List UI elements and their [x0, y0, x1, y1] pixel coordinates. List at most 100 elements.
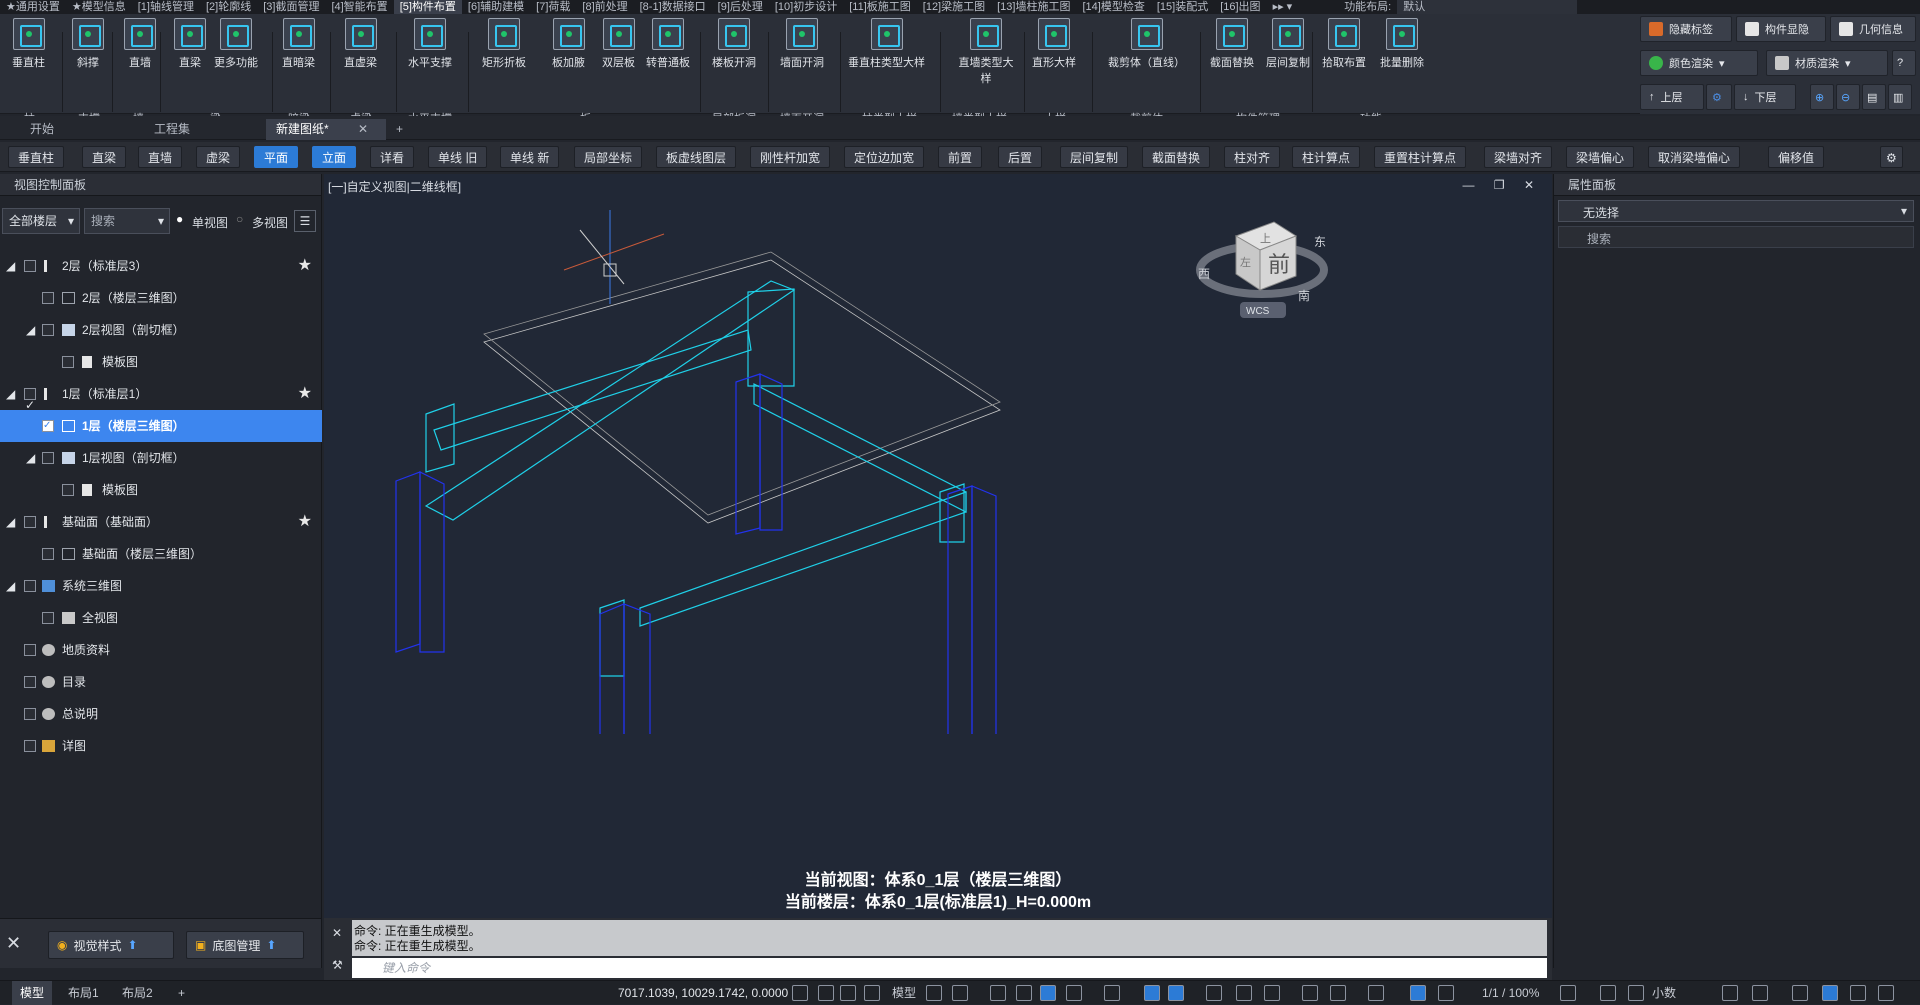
menu-item[interactable]: ★通用设置: [0, 0, 66, 14]
tab-layout-2[interactable]: 布局2: [114, 981, 161, 1005]
isolate-icon[interactable]: [1792, 985, 1808, 1001]
checkbox[interactable]: [42, 324, 54, 336]
tree-item[interactable]: 详图: [0, 730, 322, 762]
grid-display-icon[interactable]: [926, 985, 942, 1001]
drag-icon[interactable]: [864, 985, 880, 1001]
zoom-out-button[interactable]: ⊖: [1836, 84, 1860, 110]
tab-model[interactable]: 模型: [12, 981, 53, 1005]
view-cube[interactable]: 前 上 左 西 东 南 WCS: [1196, 221, 1328, 318]
menu-item[interactable]: [3]截面管理: [257, 0, 325, 14]
cmd-wall[interactable]: 直墙: [138, 146, 183, 168]
menu-item[interactable]: [10]初步设计: [769, 0, 843, 14]
ribbon-button-clip-body[interactable]: 裁剪体（直线）: [1108, 18, 1185, 70]
ribbon-button-batch-delete[interactable]: 批量删除: [1380, 18, 1424, 70]
star-icon[interactable]: ★: [298, 506, 312, 538]
collapse-icon[interactable]: ◢: [26, 442, 35, 474]
cmd-beam-wall-align[interactable]: 梁墙对齐: [1484, 146, 1553, 168]
checkbox[interactable]: [24, 516, 36, 528]
layout-select[interactable]: 默认: [1397, 0, 1578, 14]
tree-item[interactable]: ◢ 2层（标准层3） ★: [0, 250, 322, 282]
radio-icon[interactable]: ○: [236, 212, 243, 226]
cmd-section-replace[interactable]: 截面替换: [1142, 146, 1211, 168]
collapse-icon[interactable]: ◢: [6, 506, 15, 538]
tree-item[interactable]: 模板图: [0, 346, 322, 378]
workspace-icon[interactable]: [1368, 985, 1384, 1001]
checkbox[interactable]: [24, 708, 36, 720]
ribbon-button-column-type-detail[interactable]: 垂直柱类型大样: [848, 18, 925, 70]
hardware-accel-icon[interactable]: [1822, 985, 1838, 1001]
tree-item[interactable]: 目录: [0, 666, 322, 698]
ribbon-button-beam[interactable]: 直梁: [174, 18, 206, 70]
add-layout-icon[interactable]: +: [170, 981, 193, 1005]
cmd-single-line-new[interactable]: 单线 新: [500, 146, 560, 168]
grid-icon[interactable]: [840, 985, 856, 1001]
color-render-dropdown[interactable]: 颜色渲染 ▾: [1640, 50, 1758, 76]
quick-props-icon[interactable]: [1722, 985, 1738, 1001]
3d-viewport[interactable]: [一]自定义视图|二维线框] — ❐ ✕ 前 上 左 西 东 南 WCS 当前视…: [324, 174, 1552, 918]
tree-item[interactable]: ◢ 2层视图（剖切框）: [0, 314, 322, 346]
ribbon-button-wall-type-detail[interactable]: 直墙类型大样: [956, 18, 1016, 86]
cmd-reset-column-calc-point[interactable]: 重置柱计算点: [1374, 146, 1467, 168]
settings-icon[interactable]: ⚙: [1880, 146, 1903, 168]
tree-item[interactable]: 总说明: [0, 698, 322, 730]
ribbon-button-slab-haunch[interactable]: 板加腋: [552, 18, 585, 70]
floor-settings-button[interactable]: ⚙: [1706, 84, 1732, 110]
menu-item[interactable]: [15]装配式: [1151, 0, 1214, 14]
layers-button[interactable]: ▤: [1862, 84, 1886, 110]
scale-readout[interactable]: 1/1 / 100%: [1474, 981, 1547, 1005]
cmd-floor-copy[interactable]: 层间复制: [1060, 146, 1129, 168]
rotate-icon[interactable]: [1066, 985, 1082, 1001]
tab-start[interactable]: 开始: [20, 119, 140, 140]
ribbon-button-straight-detail[interactable]: 直形大样: [1032, 18, 1076, 70]
material-render-dropdown[interactable]: 材质渲染 ▾: [1766, 50, 1888, 76]
cmd-local-coords[interactable]: 局部坐标: [574, 146, 643, 168]
cmd-cancel-eccentric[interactable]: 取消梁墙偏心: [1648, 146, 1741, 168]
menu-item-active[interactable]: [5]构件布置: [393, 0, 462, 14]
tree-item[interactable]: ◢ ✓ 1层（标准层1） ★: [0, 378, 322, 412]
hide-label-button[interactable]: 隐藏标签: [1640, 16, 1732, 42]
checkbox[interactable]: [24, 676, 36, 688]
menu-item[interactable]: [12]梁施工图: [917, 0, 991, 14]
ribbon-button-slab-opening[interactable]: 楼板开洞: [712, 18, 756, 70]
lock-ui-icon[interactable]: [1752, 985, 1768, 1001]
cmd-column-calc-point[interactable]: 柱计算点: [1292, 146, 1361, 168]
close-icon[interactable]: ✕: [358, 119, 368, 140]
checkbox[interactable]: [24, 580, 36, 592]
menu-item[interactable]: [9]后处理: [712, 0, 769, 14]
cmd-vertical-column[interactable]: 垂直柱: [8, 146, 65, 168]
track-icon[interactable]: [1104, 985, 1120, 1001]
checkbox[interactable]: [62, 356, 74, 368]
geometry-info-button[interactable]: 几何信息: [1830, 16, 1916, 42]
tree-item[interactable]: 2层（楼层三维图）: [0, 282, 322, 314]
command-input[interactable]: 键入命令: [352, 958, 1547, 978]
cmd-bring-front[interactable]: 前置: [938, 146, 983, 168]
3d-osnap-icon[interactable]: [1264, 985, 1280, 1001]
polar-icon[interactable]: [1016, 985, 1032, 1001]
collapse-icon[interactable]: ◢: [26, 314, 35, 346]
lineweight-icon[interactable]: [1168, 985, 1184, 1001]
selection-cycle-icon[interactable]: [1236, 985, 1252, 1001]
ribbon-button-more[interactable]: 更多功能: [214, 18, 258, 70]
ribbon-button-wall[interactable]: 直墙: [124, 18, 156, 70]
plus-icon[interactable]: [1600, 985, 1616, 1001]
menu-icon[interactable]: ☰: [294, 210, 316, 232]
collapse-icon[interactable]: ◢: [6, 570, 15, 602]
checkbox[interactable]: [24, 260, 36, 272]
tab-layout-1[interactable]: 布局1: [60, 981, 107, 1005]
cmd-beam-wall-eccentric[interactable]: 梁墙偏心: [1566, 146, 1635, 168]
checkbox[interactable]: [24, 644, 36, 656]
menu-item[interactable]: [8]前处理: [576, 0, 633, 14]
ribbon-button-virtual-beam[interactable]: 直虚梁: [344, 18, 377, 70]
close-icon[interactable]: ✕: [332, 926, 342, 940]
cmd-offset-value[interactable]: 偏移值: [1768, 146, 1825, 168]
checkbox[interactable]: [24, 740, 36, 752]
cmd-elevation[interactable]: 立面: [312, 146, 357, 168]
menu-item[interactable]: [11]板施工图: [843, 0, 917, 14]
tab-project-set[interactable]: 工程集: [144, 119, 264, 140]
ribbon-button-horizontal-brace[interactable]: 水平支撑: [408, 18, 452, 70]
wcs-label[interactable]: WCS: [1246, 306, 1270, 317]
osnap-icon[interactable]: [1040, 985, 1056, 1001]
menu-item[interactable]: [13]墙柱施工图: [991, 0, 1076, 14]
cmd-single-line-old[interactable]: 单线 旧: [428, 146, 488, 168]
tree-item[interactable]: 基础面（楼层三维图）: [0, 538, 322, 570]
